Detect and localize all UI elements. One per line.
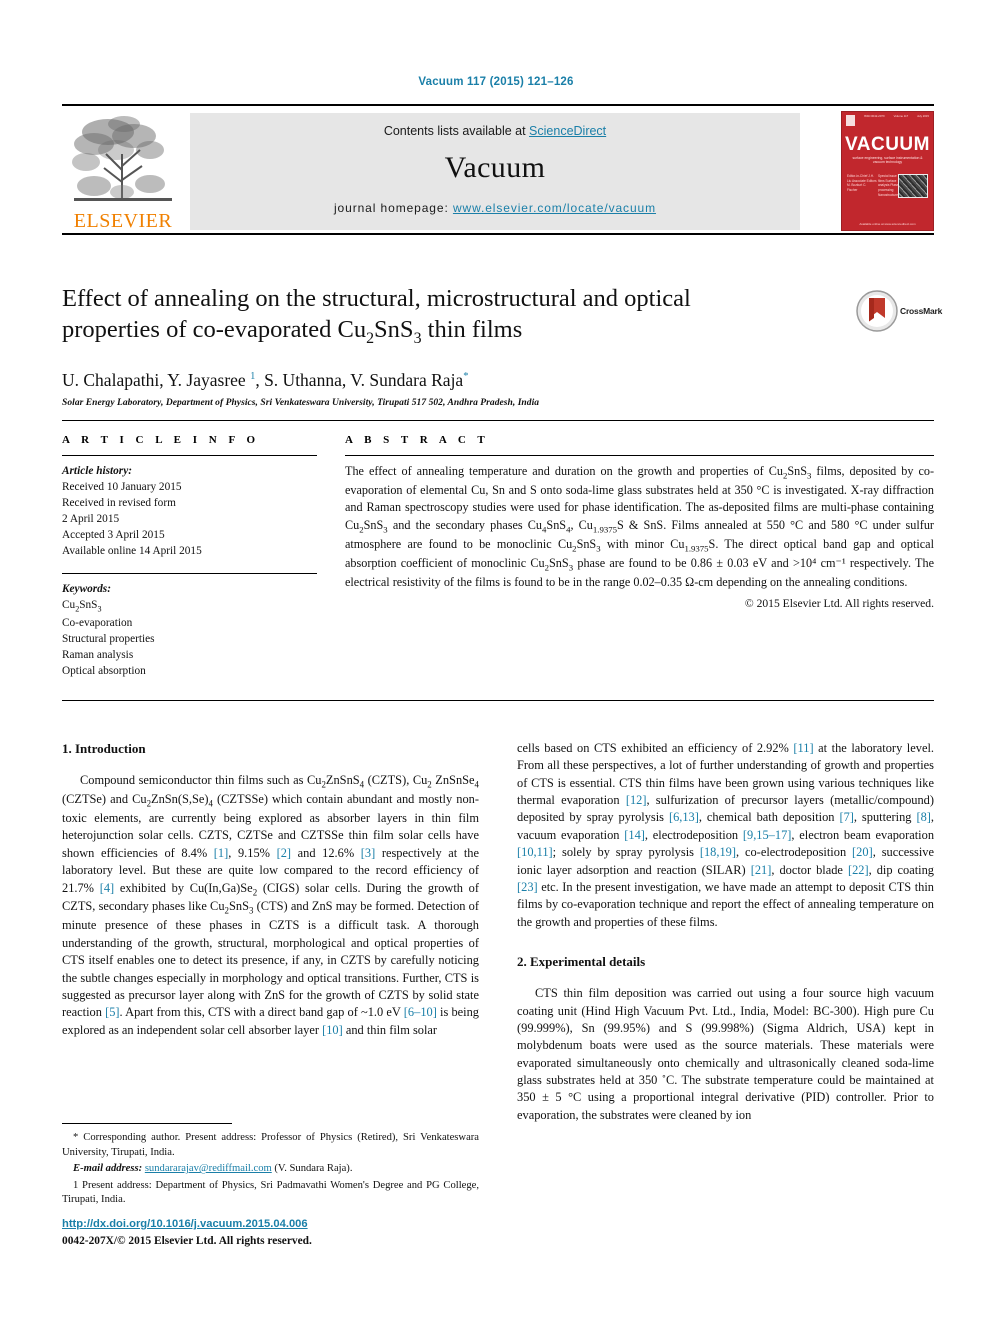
abstract-column: A B S T R A C T The effect of annealing … <box>345 434 934 610</box>
article-title-line1: Effect of annealing on the structural, m… <box>62 285 691 312</box>
footnote-present-address: 1 Present address: Department of Physics… <box>62 1179 479 1206</box>
body-column-left: 1. Introduction Compound semiconductor t… <box>62 740 479 1039</box>
footnote-rule <box>62 1123 232 1124</box>
keywords-block: Keywords: Cu2SnS3 Co-evaporation Structu… <box>62 573 317 679</box>
article-history-label: Article history: <box>62 465 132 477</box>
keywords-rule <box>62 573 317 575</box>
footer-block: http://dx.doi.org/10.1016/j.vacuum.2015.… <box>62 1216 312 1250</box>
info-top-rule <box>62 420 934 421</box>
article-title-line2a: properties of co-evaporated Cu <box>62 315 367 343</box>
abstract-bottom-rule <box>62 700 934 701</box>
section-heading-experimental: 2. Experimental details <box>517 953 646 969</box>
journal-masthead: ELSEVIER Contents lists available at Sci… <box>62 104 934 235</box>
experimental-paragraph: CTS thin film deposition was carried out… <box>517 986 934 1122</box>
keyword-4: Optical absorption <box>62 665 146 678</box>
crossmark-badge[interactable]: CrossMark <box>856 290 943 336</box>
affiliation: Solar Energy Laboratory, Department of P… <box>62 398 540 408</box>
doi-link[interactable]: http://dx.doi.org/10.1016/j.vacuum.2015.… <box>62 1218 308 1230</box>
title-block: Effect of annealing on the structural, m… <box>62 284 842 349</box>
article-title: Effect of annealing on the structural, m… <box>62 284 842 349</box>
cover-bottom-text: Available online at www.sciencedirect.co… <box>859 222 916 226</box>
article-title-sub2: 3 <box>413 329 422 347</box>
elsevier-logo: ELSEVIER <box>64 110 182 232</box>
author-list: U. Chalapathi, Y. Jayasree 1, S. Uthanna… <box>62 370 468 391</box>
abstract-copyright: © 2015 Elsevier Ltd. All rights reserved… <box>744 597 934 611</box>
article-title-sub1: 2 <box>366 329 375 347</box>
history-item-4: Available online 14 April 2015 <box>62 545 202 558</box>
cover-top-mid-text: Volume 117 <box>893 114 909 118</box>
authors-part1: U. Chalapathi, Y. Jayasree <box>62 370 251 390</box>
article-title-line2b: SnS <box>374 315 414 343</box>
keywords-label: Keywords: <box>62 583 111 596</box>
email-label: E-mail address: <box>73 1163 143 1175</box>
article-info-column: A R T I C L E I N F O Article history: R… <box>62 434 317 679</box>
history-item-1: Received in revised form <box>62 497 176 510</box>
crossmark-icon <box>856 290 898 332</box>
abstract-text: The effect of annealing temperature and … <box>345 464 935 589</box>
homepage-line: journal homepage: www.elsevier.com/locat… <box>190 201 800 215</box>
contents-prefix: Contents lists available at <box>383 124 530 138</box>
journal-panel: Contents lists available at ScienceDirec… <box>190 113 800 230</box>
running-head: Vacuum 117 (2015) 121–126 <box>418 76 574 88</box>
abstract-heading: A B S T R A C T <box>345 434 490 446</box>
authors-part2: , S. Uthanna, V. Sundara Raja <box>255 370 464 390</box>
email-person: (V. Sundara Raja). <box>274 1163 353 1175</box>
cover-top-right-text: July 2015 <box>917 114 929 118</box>
elsevier-tree-icon <box>72 116 172 201</box>
email-link[interactable]: sundararajav@rediffmail.com <box>145 1163 272 1174</box>
article-info-heading: A R T I C L E I N F O <box>62 434 260 446</box>
article-info-rule <box>62 455 317 456</box>
history-item-2: 2 April 2015 <box>62 513 120 526</box>
cover-title: VACUUM <box>845 134 930 155</box>
keyword-3: Raman analysis <box>62 649 134 662</box>
sciencedirect-link[interactable]: ScienceDirect <box>529 124 606 138</box>
cover-top-row: ISSN 0042-207X Volume 117 July 2015 <box>846 114 929 129</box>
issn-copyright: 0042-207X/© 2015 Elsevier Ltd. All right… <box>62 1234 312 1247</box>
journal-homepage-link[interactable]: www.elsevier.com/locate/vacuum <box>453 201 656 215</box>
history-item-0: Received 10 January 2015 <box>62 481 182 494</box>
article-history-block: Article history: Received 10 January 201… <box>62 463 317 559</box>
keyword-2: Structural properties <box>62 633 155 646</box>
journal-name: Vacuum <box>444 151 546 184</box>
homepage-prefix: journal homepage: <box>333 201 453 215</box>
cover-subtitle: surface engineering, surface instrumenta… <box>852 156 923 164</box>
keyword-0: Cu2SnS3 <box>62 599 102 614</box>
article-title-line2c: thin films <box>421 315 523 343</box>
section-heading-introduction: 1. Introduction <box>62 741 146 756</box>
abstract-rule <box>345 455 934 456</box>
history-item-3: Accepted 3 April 2015 <box>62 529 165 542</box>
footnote-email: E-mail address: sundararajav@rediffmail.… <box>62 1162 479 1177</box>
cover-top-left-text: ISSN 0042-207X <box>863 114 885 118</box>
corresponding-author-marker[interactable]: * <box>463 371 468 382</box>
journal-cover-thumbnail: ISSN 0042-207X Volume 117 July 2015 VACU… <box>841 111 934 231</box>
cover-micrograph-image <box>898 174 928 198</box>
contents-line: Contents lists available at ScienceDirec… <box>190 124 800 138</box>
cover-editor-text: Editor-in-Chief J.H. Liu Associate Edito… <box>847 174 877 192</box>
intro-paragraph-right: cells based on CTS exhibited an efficien… <box>517 741 935 929</box>
article-page: Vacuum 117 (2015) 121–126 ELSEVIER Conte… <box>0 0 992 1323</box>
footnotes-block: * Corresponding author. Present address:… <box>62 1131 479 1210</box>
elsevier-wordmark: ELSEVIER <box>73 210 173 232</box>
cover-elsevier-mark-icon <box>846 115 855 126</box>
intro-paragraph-left: Compound semiconductor thin films such a… <box>62 773 479 1037</box>
crossmark-label: CrossMark <box>900 306 943 316</box>
footnote-corresponding: * Corresponding author. Present address:… <box>62 1132 479 1158</box>
keyword-1: Co-evaporation <box>62 617 133 630</box>
body-column-right: cells based on CTS exhibited an efficien… <box>517 740 934 1124</box>
